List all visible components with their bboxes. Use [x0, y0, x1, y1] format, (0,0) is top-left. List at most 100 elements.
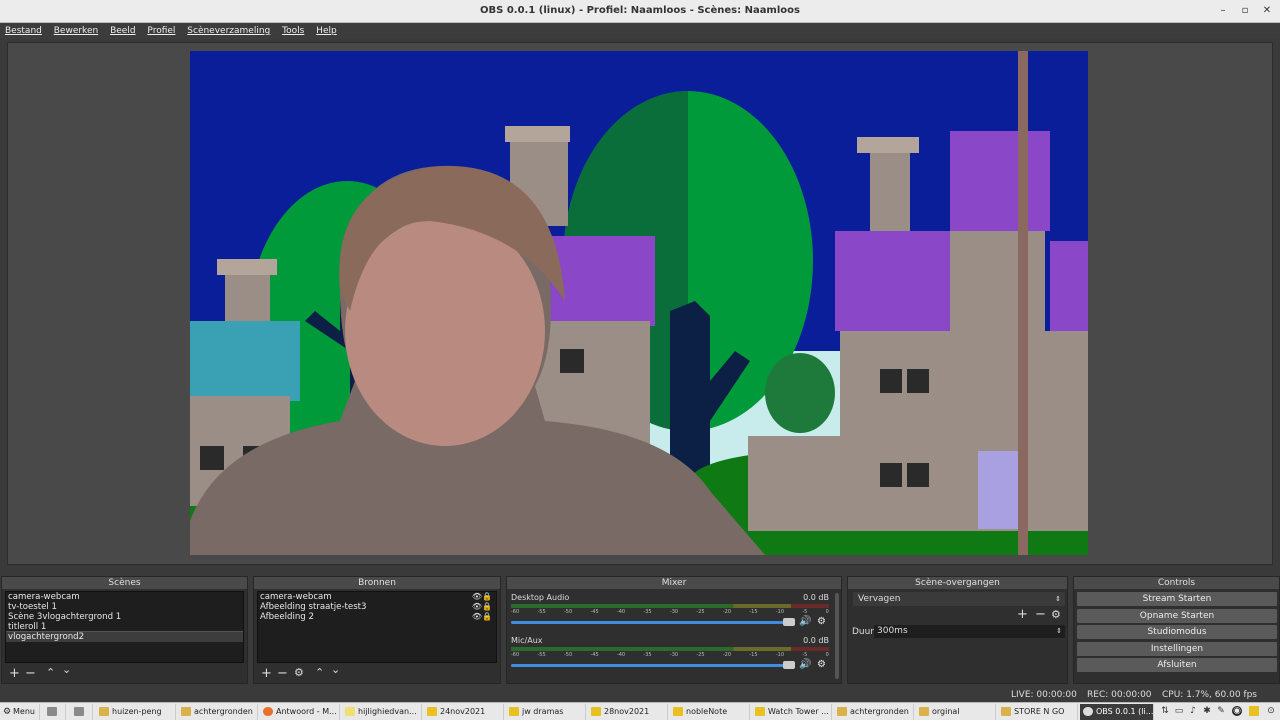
- visibility-eye-icon[interactable]: 👁🔒: [472, 612, 492, 622]
- live-timer: LIVE: 00:00:00: [1011, 690, 1077, 700]
- gear-icon[interactable]: ⚙: [294, 666, 304, 680]
- source-item[interactable]: camera-webcam 👁🔒: [258, 592, 496, 602]
- folder-icon: [837, 707, 847, 716]
- speaker-icon[interactable]: ♪: [1188, 706, 1198, 716]
- stream-start-button[interactable]: Stream Starten: [1077, 592, 1277, 606]
- settings-button[interactable]: Instellingen: [1077, 642, 1277, 656]
- mixer-channel-mic: Mic/Aux 0.0 dB -60 -55 -50 -45 -40 -35 -30 -25-…: [511, 636, 829, 670]
- sources-list: camera-webcam 👁🔒 Afbeelding straatje-tes…: [257, 591, 497, 663]
- start-menu-button[interactable]: ⚙ Menu: [0, 704, 40, 720]
- source-item[interactable]: Afbeelding 2 👁🔒: [258, 612, 496, 622]
- volume-meter: [511, 604, 829, 608]
- taskbar-item[interactable]: achtergronden: [834, 704, 914, 720]
- files-launcher[interactable]: [41, 704, 66, 720]
- transitions-dock: Scène-overgangen Vervagen ⇕ + − ⚙ Duur 3…: [847, 576, 1068, 684]
- mixer-channel-desktop: Desktop Audio 0.0 dB -60 -55 -50 -45 -40 -35-…: [511, 593, 829, 627]
- move-down-icon[interactable]: ⌄: [62, 663, 71, 677]
- preview-canvas: [190, 51, 1088, 555]
- duration-value: 300ms: [877, 626, 908, 636]
- folder-icon: [591, 707, 601, 716]
- scene-item[interactable]: camera-webcam: [6, 592, 243, 602]
- source-item[interactable]: Afbeelding straatje-test3 👁🔒: [258, 602, 496, 612]
- transition-selected: Vervagen: [858, 594, 901, 604]
- close-icon[interactable]: ✕: [1260, 4, 1274, 18]
- remove-transition-icon[interactable]: −: [1035, 608, 1046, 622]
- taskbar-item[interactable]: hijlighiedvan...: [342, 704, 422, 720]
- firefox-icon: [263, 707, 273, 716]
- minimize-icon[interactable]: –: [1216, 4, 1230, 18]
- visibility-eye-icon[interactable]: 👁🔒: [472, 592, 492, 602]
- exit-button[interactable]: Afsluiten: [1077, 658, 1277, 672]
- move-up-icon[interactable]: ⌃: [46, 666, 55, 680]
- taskbar-item[interactable]: nobleNote: [670, 704, 750, 720]
- menu-bar: Bestand Bewerken Beeld Profiel Scèneverz…: [0, 23, 1280, 39]
- source-label: Afbeelding straatje-test3: [260, 602, 367, 612]
- folder-icon: [74, 707, 84, 716]
- add-scene-icon[interactable]: +: [9, 667, 20, 681]
- taskbar-item[interactable]: 24nov2021: [424, 704, 504, 720]
- taskbar-item[interactable]: 28nov2021: [588, 704, 668, 720]
- taskbar-item[interactable]: achtergronden: [178, 704, 258, 720]
- channel-db: 0.0 dB: [803, 593, 829, 602]
- menu-help[interactable]: Help: [312, 23, 341, 39]
- obs-icon: [1083, 707, 1093, 716]
- obs-tray-icon[interactable]: ◉: [1232, 706, 1242, 716]
- menu-profiel[interactable]: Profiel: [143, 23, 179, 39]
- network-icon[interactable]: ⇅: [1160, 706, 1170, 716]
- spinner-icon[interactable]: ⇕: [1056, 625, 1062, 638]
- folder-icon: [509, 707, 519, 716]
- transition-select[interactable]: Vervagen ⇕: [853, 592, 1065, 606]
- add-transition-icon[interactable]: +: [1017, 608, 1028, 622]
- notes-icon[interactable]: ✎: [1216, 706, 1226, 716]
- menu-sceneverzameling[interactable]: Scèneverzameling: [183, 23, 274, 39]
- folder-icon: [427, 707, 437, 716]
- controls-dock: Controls Stream Starten Opname Starten S…: [1073, 576, 1280, 684]
- move-up-icon[interactable]: ⌃: [315, 666, 324, 680]
- volume-slider[interactable]: 🔊 ⚙: [511, 659, 829, 670]
- menu-bewerken[interactable]: Bewerken: [50, 23, 102, 39]
- maximize-icon[interactable]: ▫: [1238, 4, 1252, 18]
- scene-item[interactable]: tv-toestel 1: [6, 602, 243, 612]
- taskbar-item[interactable]: huizen-peng: [96, 704, 176, 720]
- sources-dock: Bronnen camera-webcam 👁🔒 Afbeelding stra…: [253, 576, 501, 684]
- clock-icon[interactable]: ⊙: [1266, 706, 1276, 716]
- add-source-icon[interactable]: +: [261, 667, 272, 681]
- taskbar-item[interactable]: Watch Tower ...: [752, 704, 832, 720]
- speaker-icon[interactable]: 🔊: [799, 616, 811, 627]
- taskbar-item[interactable]: orginal: [916, 704, 996, 720]
- remove-source-icon[interactable]: −: [277, 667, 288, 681]
- taskbar-item[interactable]: jw dramas: [506, 704, 586, 720]
- duration-field[interactable]: 300ms ⇕: [874, 625, 1065, 638]
- menu-tools[interactable]: Tools: [278, 23, 308, 39]
- bluetooth-icon[interactable]: ✱: [1202, 706, 1212, 716]
- status-bar: LIVE: 00:00:00 REC: 00:00:00 CPU: 1.7%, …: [0, 686, 1280, 703]
- meter-scale: -60 -55 -50 -45 -40 -35 -30 -25 -20 -15 -10 -5 0: [511, 652, 829, 658]
- scene-item-selected[interactable]: vlogachtergrond2: [6, 632, 243, 642]
- menu-bestand[interactable]: Bestand: [1, 23, 46, 39]
- scene-item[interactable]: Scène 3vlogachtergrond 1: [6, 612, 243, 622]
- record-start-button[interactable]: Opname Starten: [1077, 609, 1277, 623]
- menu-beeld[interactable]: Beeld: [106, 23, 139, 39]
- volume-slider[interactable]: 🔊 ⚙: [511, 616, 829, 627]
- scene-item[interactable]: titleroll 1: [6, 622, 243, 632]
- files-launcher[interactable]: [66, 704, 93, 720]
- remove-scene-icon[interactable]: −: [25, 667, 36, 681]
- gear-icon[interactable]: ⚙: [1051, 608, 1061, 622]
- volume-meter: [511, 647, 829, 651]
- studio-mode-button[interactable]: Studiomodus: [1077, 625, 1277, 639]
- speaker-icon[interactable]: 🔊: [799, 659, 811, 670]
- move-down-icon[interactable]: ⌄: [331, 663, 340, 677]
- taskbar-item-active[interactable]: OBS 0.0.1 (li...: [1080, 704, 1154, 720]
- gear-icon[interactable]: ⚙: [817, 616, 826, 627]
- gear-icon[interactable]: ⚙: [817, 659, 826, 670]
- folder-icon[interactable]: [1249, 706, 1259, 716]
- taskbar-item[interactable]: Antwoord - M...: [260, 704, 340, 720]
- scenes-dock: Scènes camera-webcam tv-toestel 1 Scène …: [1, 576, 248, 684]
- mixer-scrollbar[interactable]: [835, 593, 839, 679]
- start-menu-label: Menu: [13, 707, 35, 716]
- taskbar-item[interactable]: STORE N GO: [998, 704, 1078, 720]
- battery-icon[interactable]: ▭: [1174, 706, 1184, 716]
- scene-preview[interactable]: [190, 51, 1088, 555]
- visibility-eye-icon[interactable]: 👁🔒: [472, 602, 492, 612]
- scenes-header: Scènes: [2, 577, 247, 589]
